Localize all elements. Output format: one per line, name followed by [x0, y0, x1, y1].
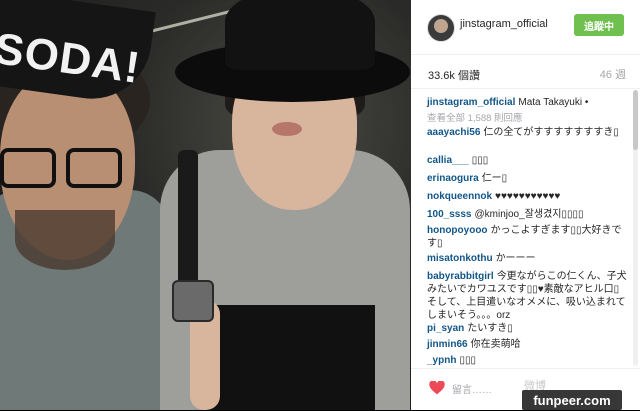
- post-stats: 33.6k 個讚 46 週: [411, 54, 640, 89]
- comment-text: かーーー: [495, 253, 536, 264]
- list-item: pi_syan たいすき▯: [427, 322, 627, 335]
- likes-count: 33.6k 個讚: [428, 70, 480, 82]
- load-more-comments[interactable]: 查看全部 1,588 則回應: [427, 110, 523, 124]
- list-item: _ypnh ▯▯▯: [427, 354, 627, 367]
- comment-username[interactable]: nokqueennok: [427, 191, 492, 202]
- list-item: misatonkothu かーーー: [427, 252, 627, 265]
- list-item: babyrabbitgirl 今更ながらこの仁くん、子犬みたいでカワユスです▯▯♥…: [427, 270, 627, 322]
- list-item: nokqueennok ♥♥♥♥♥♥♥♥♥♥♥: [427, 190, 627, 203]
- comment-text: ♥♥♥♥♥♥♥♥♥♥♥: [495, 191, 561, 202]
- scrollbar-thumb[interactable]: [633, 90, 638, 150]
- glasses: [0, 148, 122, 188]
- hat-crown: [225, 0, 375, 70]
- comment-username[interactable]: _ypnh: [427, 355, 456, 366]
- avatar[interactable]: [427, 14, 455, 42]
- list-item: 100_ssss @kminjoo_잘생겼지▯▯▯▯: [427, 208, 627, 221]
- post-photo[interactable]: SODA!: [0, 0, 411, 410]
- comment-username[interactable]: pi_syan: [427, 323, 464, 334]
- comment-username[interactable]: erinaogura: [427, 173, 479, 184]
- caption: jinstagram_official Mata Takayuki •: [427, 96, 627, 109]
- comments-list: jinstagram_official Mata Takayuki • 查看全部 …: [411, 90, 640, 368]
- comment-username[interactable]: aaayachi56: [427, 127, 480, 138]
- list-item: jinmin66 你在卖萌哈: [427, 338, 627, 351]
- comment-username[interactable]: honopoyooo: [427, 225, 488, 236]
- post-sidebar: jinstagram_official 追蹤中 33.6k 個讚 46 週 ji…: [411, 0, 640, 410]
- comment-text: 仁ー▯: [481, 173, 508, 184]
- left-person-beard: [15, 210, 115, 270]
- comment-text: 你在卖萌哈: [470, 339, 521, 350]
- comment-text: たいすき▯: [467, 323, 513, 334]
- profile-username[interactable]: jinstagram_official: [460, 18, 548, 30]
- heart-icon[interactable]: [429, 381, 445, 395]
- list-item: erinaogura 仁ー▯: [427, 172, 627, 185]
- camera-icon: [172, 280, 214, 322]
- black-vest: [205, 305, 375, 410]
- comment-text: ▯▯▯: [471, 155, 489, 166]
- list-item: honopoyooo かっこよすぎます▯▯大好きです▯: [427, 224, 627, 250]
- pouting-lips: [272, 122, 302, 136]
- comment-text: 仁の全てがすすすすすすすき▯: [483, 127, 619, 138]
- comment-username[interactable]: misatonkothu: [427, 253, 493, 264]
- bag-strap: [178, 150, 198, 290]
- comment-username[interactable]: babyrabbitgirl: [427, 271, 494, 282]
- list-item: callia___ ▯▯▯: [427, 154, 627, 167]
- caption-text: Mata Takayuki •: [518, 97, 589, 108]
- comments-scrollbar[interactable]: [633, 90, 638, 366]
- comment-username[interactable]: callia___: [427, 155, 469, 166]
- following-button[interactable]: 追蹤中: [574, 14, 624, 36]
- site-watermark: funpeer.com: [522, 390, 622, 410]
- comment-input[interactable]: 留言……: [452, 381, 492, 396]
- list-item: aaayachi56 仁の全てがすすすすすすすき▯: [427, 126, 627, 139]
- comment-text: ▯▯▯: [459, 355, 476, 366]
- post-header: jinstagram_official 追蹤中: [411, 0, 640, 55]
- comment-username[interactable]: jinmin66: [427, 339, 468, 350]
- post-age: 46 週: [599, 69, 626, 81]
- comment-text: @kminjoo_잘생겼지▯▯▯▯: [474, 209, 584, 220]
- caption-username[interactable]: jinstagram_official: [427, 97, 515, 108]
- comment-username[interactable]: 100_ssss: [427, 209, 472, 220]
